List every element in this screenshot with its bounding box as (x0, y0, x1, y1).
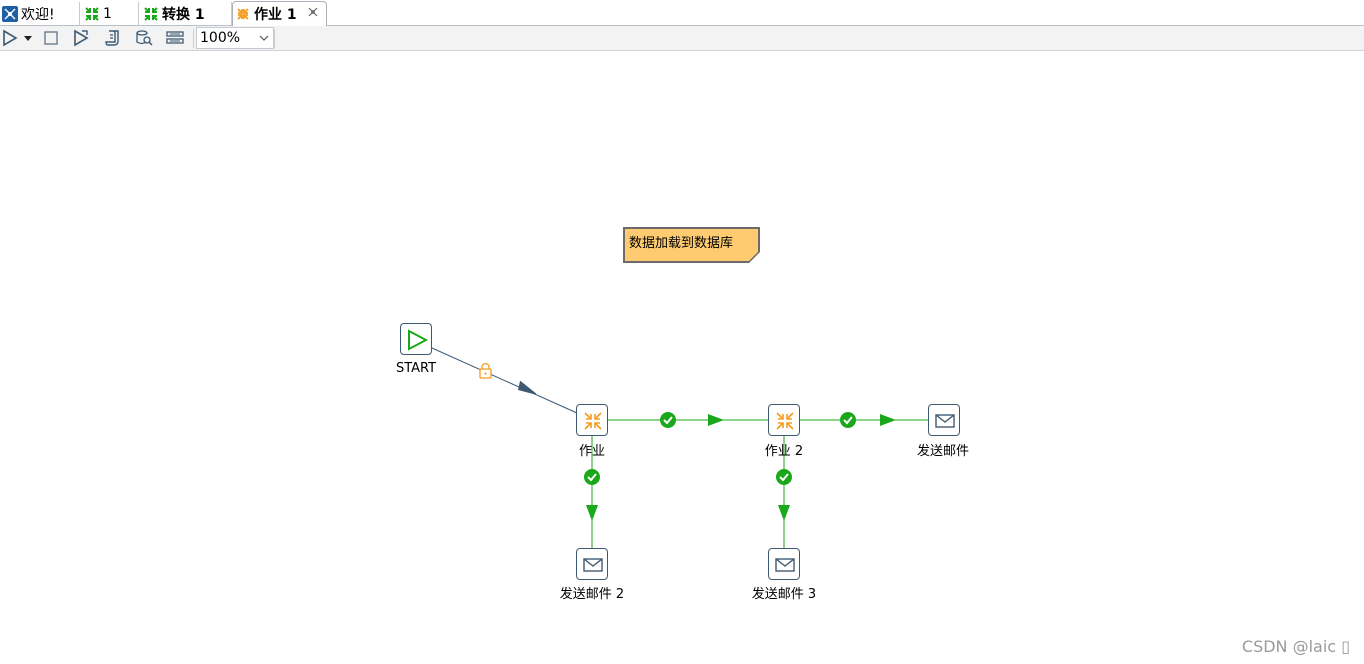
tab-label: 1 (103, 5, 112, 22)
check-icon (660, 412, 676, 428)
run-dropdown-icon[interactable] (22, 29, 34, 47)
chevron-down-icon (259, 35, 269, 41)
impact-icon[interactable] (166, 29, 184, 47)
mail3-node[interactable] (768, 548, 800, 580)
explore-db-icon[interactable] (135, 29, 153, 47)
job2-node[interactable] (768, 404, 800, 436)
check-icon (776, 469, 792, 485)
job-icon (584, 412, 602, 430)
mail-icon (935, 414, 955, 428)
tab-label: 转换 1 (162, 6, 205, 23)
tab-welcome[interactable]: 欢迎! (0, 2, 80, 25)
zoom-select[interactable]: 100% (196, 27, 274, 49)
job-canvas[interactable]: 数据加载到数据库 START 作业 作业 2 发送邮件 发送邮件 2 发送邮件 … (0, 51, 1364, 664)
node-label: 发送邮件 2 (559, 587, 625, 602)
run-icon[interactable] (1, 29, 19, 47)
mail-icon (583, 558, 603, 572)
mail2-node[interactable] (576, 548, 608, 580)
canvas-note[interactable]: 数据加载到数据库 (623, 227, 760, 263)
hop-job-job2[interactable] (608, 414, 768, 426)
job-node[interactable] (576, 404, 608, 436)
tab-bar: 欢迎! 1 转换 1 作业 1 (0, 0, 1364, 26)
toolbar-separator (274, 29, 275, 48)
start-node[interactable] (400, 323, 432, 355)
zoom-value: 100% (200, 30, 241, 46)
transformation-icon (85, 6, 99, 21)
mail-icon (775, 558, 795, 572)
node-label: 作业 2 (764, 444, 804, 459)
transformation-icon (144, 6, 158, 21)
check-icon (584, 469, 600, 485)
note-fold-corner (748, 251, 760, 263)
job-icon (776, 412, 794, 430)
tab-job-1[interactable]: 作业 1 (232, 1, 327, 26)
tab-1[interactable]: 1 (80, 2, 139, 25)
mail-node[interactable] (928, 404, 960, 436)
watermark: CSDN @laic ▯ (1241, 637, 1350, 656)
close-icon[interactable] (308, 7, 318, 17)
tab-transformation-1[interactable]: 转换 1 (139, 2, 232, 25)
welcome-icon (2, 5, 18, 22)
stop-icon[interactable] (42, 29, 60, 47)
node-label: START (395, 361, 437, 376)
tab-label: 作业 1 (254, 7, 297, 23)
tab-label: 欢迎! (21, 6, 55, 23)
node-label: 发送邮件 (916, 444, 970, 459)
note-text: 数据加载到数据库 (629, 236, 734, 251)
node-label: 发送邮件 3 (751, 587, 817, 602)
hops-layer (431, 347, 928, 548)
toolbar: 100% (0, 26, 1364, 51)
job-icon (237, 8, 249, 20)
toolbar-separator (193, 29, 194, 48)
node-label: 作业 (578, 444, 606, 459)
hop-start-job[interactable] (431, 347, 578, 414)
replay-icon[interactable] (72, 29, 90, 47)
hop-job2-mail1[interactable] (800, 414, 928, 426)
sql-icon[interactable] (104, 29, 122, 47)
lock-icon (479, 362, 492, 379)
check-icon (840, 412, 856, 428)
start-icon (408, 329, 429, 351)
